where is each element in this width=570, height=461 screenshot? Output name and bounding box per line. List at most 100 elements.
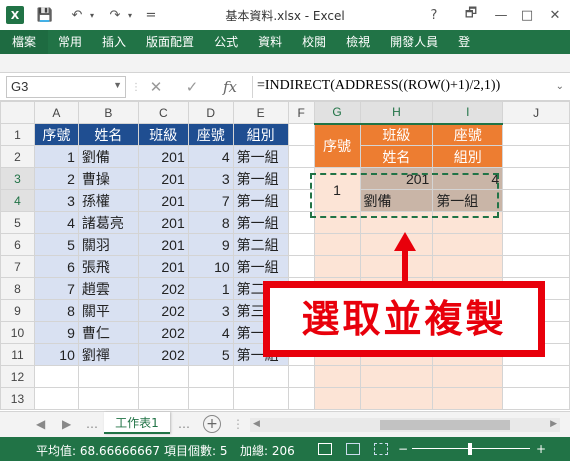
column-header[interactable]: E xyxy=(232,101,289,124)
cell-A5[interactable]: 4 xyxy=(33,211,79,234)
cell-B4[interactable]: 孫權 xyxy=(77,189,139,212)
cell-I13[interactable] xyxy=(432,387,504,410)
cell-I2[interactable]: 組別 xyxy=(432,145,504,168)
cell-B1[interactable]: 姓名 xyxy=(77,123,139,146)
cell-J13[interactable] xyxy=(502,387,570,410)
cell-D7[interactable]: 10 xyxy=(187,255,234,278)
cell-E1[interactable]: 組別 xyxy=(232,123,289,146)
row-header[interactable]: 10 xyxy=(0,321,35,344)
column-header[interactable]: G xyxy=(313,101,361,125)
cell-C3[interactable]: 201 xyxy=(137,167,189,190)
cell-A2[interactable]: 1 xyxy=(33,145,79,168)
cell-B2[interactable]: 劉備 xyxy=(77,145,139,168)
tab-signin[interactable]: 登 xyxy=(448,30,480,54)
cell-C6[interactable]: 201 xyxy=(137,233,189,256)
cell-J6[interactable] xyxy=(502,233,570,256)
enter-formula-icon[interactable]: ✓ xyxy=(180,77,204,97)
row-header[interactable]: 13 xyxy=(0,387,35,410)
cell-F2[interactable] xyxy=(287,145,315,168)
sheet-nav-prev-icon[interactable]: ◀ xyxy=(36,417,45,431)
name-box-dropdown-icon[interactable]: ▼ xyxy=(113,80,122,90)
close-icon[interactable]: ✕ xyxy=(546,6,564,24)
cell-C11[interactable]: 202 xyxy=(137,343,189,366)
horizontal-scrollbar[interactable]: ◀ ▶ xyxy=(250,418,560,432)
cell-D9[interactable]: 3 xyxy=(187,299,234,322)
cell-A3[interactable]: 2 xyxy=(33,167,79,190)
cell-B3[interactable]: 曹操 xyxy=(77,167,139,190)
row-header[interactable]: 1 xyxy=(0,123,35,146)
help-icon[interactable]: ? xyxy=(426,6,442,24)
cell-J1[interactable] xyxy=(502,123,570,146)
cell-I1[interactable]: 座號 xyxy=(432,123,504,146)
column-header[interactable]: I xyxy=(432,101,504,125)
page-layout-view-icon[interactable] xyxy=(346,443,360,455)
cell-E4[interactable]: 第一組 xyxy=(232,189,289,212)
cell-B7[interactable]: 張飛 xyxy=(77,255,139,278)
cell-I12[interactable] xyxy=(432,365,504,388)
row-header[interactable]: 8 xyxy=(0,277,35,300)
cell-E13[interactable] xyxy=(232,387,289,410)
cell-D8[interactable]: 1 xyxy=(187,277,234,300)
cell-B6[interactable]: 關羽 xyxy=(77,233,139,256)
ribbon-display-options-icon[interactable]: 🗗 xyxy=(462,6,480,24)
column-header[interactable]: D xyxy=(187,101,234,124)
cell-H13[interactable] xyxy=(359,387,434,410)
cell-A9[interactable]: 8 xyxy=(33,299,79,322)
cell-H2[interactable]: 姓名 xyxy=(359,145,434,168)
cell-J4[interactable] xyxy=(502,189,570,212)
column-header[interactable]: B xyxy=(77,101,139,124)
cell-B5[interactable]: 諸葛亮 xyxy=(77,211,139,234)
scroll-left-icon[interactable]: ◀ xyxy=(253,419,260,429)
cell-E3[interactable]: 第一組 xyxy=(232,167,289,190)
row-header[interactable]: 5 xyxy=(0,211,35,234)
cell-D6[interactable]: 9 xyxy=(187,233,234,256)
tab-review[interactable]: 校閱 xyxy=(292,30,336,54)
cell-C8[interactable]: 202 xyxy=(137,277,189,300)
minimize-icon[interactable]: — xyxy=(492,6,510,24)
row-header[interactable]: 11 xyxy=(0,343,35,366)
row-header[interactable]: 12 xyxy=(0,365,35,388)
spreadsheet-table[interactable]: A B C D E F G H I J 1 序號 姓名 班級 座號 組別 序號 班級 座號 2 1 劉備 201 4 第一組 姓名… xyxy=(0,101,570,410)
cell-B9[interactable]: 關平 xyxy=(77,299,139,322)
cell-C1[interactable]: 班級 xyxy=(137,123,189,146)
name-box[interactable]: G3 ▼ xyxy=(6,76,126,98)
sheet-nav-more-right-icon[interactable]: … xyxy=(178,417,190,431)
tab-data[interactable]: 資料 xyxy=(248,30,292,54)
row-header[interactable]: 6 xyxy=(0,233,35,256)
column-header[interactable]: J xyxy=(502,101,570,124)
cell-G6[interactable] xyxy=(313,233,361,256)
cell-A8[interactable]: 7 xyxy=(33,277,79,300)
cell-J3[interactable] xyxy=(502,167,570,190)
cell-F7[interactable] xyxy=(287,255,315,278)
cell-F13[interactable] xyxy=(287,387,315,410)
cell-H1[interactable]: 班級 xyxy=(359,123,434,146)
cell-I7[interactable] xyxy=(432,255,504,278)
cell-F6[interactable] xyxy=(287,233,315,256)
cell-G7[interactable] xyxy=(313,255,361,278)
insert-function-icon[interactable]: fx xyxy=(216,77,244,97)
cell-E7[interactable]: 第一組 xyxy=(232,255,289,278)
cell-C5[interactable]: 201 xyxy=(137,211,189,234)
cell-D12[interactable] xyxy=(187,365,234,388)
tab-file[interactable]: 檔案 xyxy=(0,30,49,54)
formula-input[interactable]: =INDIRECT(ADDRESS((ROW()+1)/2,1)) xyxy=(252,76,542,98)
cell-E5[interactable]: 第一組 xyxy=(232,211,289,234)
row-header[interactable]: 4 xyxy=(0,189,35,212)
cell-B12[interactable] xyxy=(77,365,139,388)
sheet-nav-more-icon[interactable]: … xyxy=(86,417,98,431)
tab-formulas[interactable]: 公式 xyxy=(204,30,248,54)
select-all-corner[interactable] xyxy=(0,101,35,124)
cell-J2[interactable] xyxy=(502,145,570,168)
cell-C10[interactable]: 202 xyxy=(137,321,189,344)
normal-view-icon[interactable] xyxy=(318,443,332,455)
cell-B11[interactable]: 劉禪 xyxy=(77,343,139,366)
cell-G12[interactable] xyxy=(313,365,361,388)
row-header[interactable]: 2 xyxy=(0,145,35,168)
scroll-right-icon[interactable]: ▶ xyxy=(550,419,557,429)
column-header[interactable]: C xyxy=(137,101,189,124)
cell-H7[interactable] xyxy=(359,255,434,278)
scrollbar-thumb[interactable] xyxy=(380,420,510,430)
cell-I6[interactable] xyxy=(432,233,504,256)
tab-page-layout[interactable]: 版面配置 xyxy=(136,30,204,54)
cell-J5[interactable] xyxy=(502,211,570,234)
